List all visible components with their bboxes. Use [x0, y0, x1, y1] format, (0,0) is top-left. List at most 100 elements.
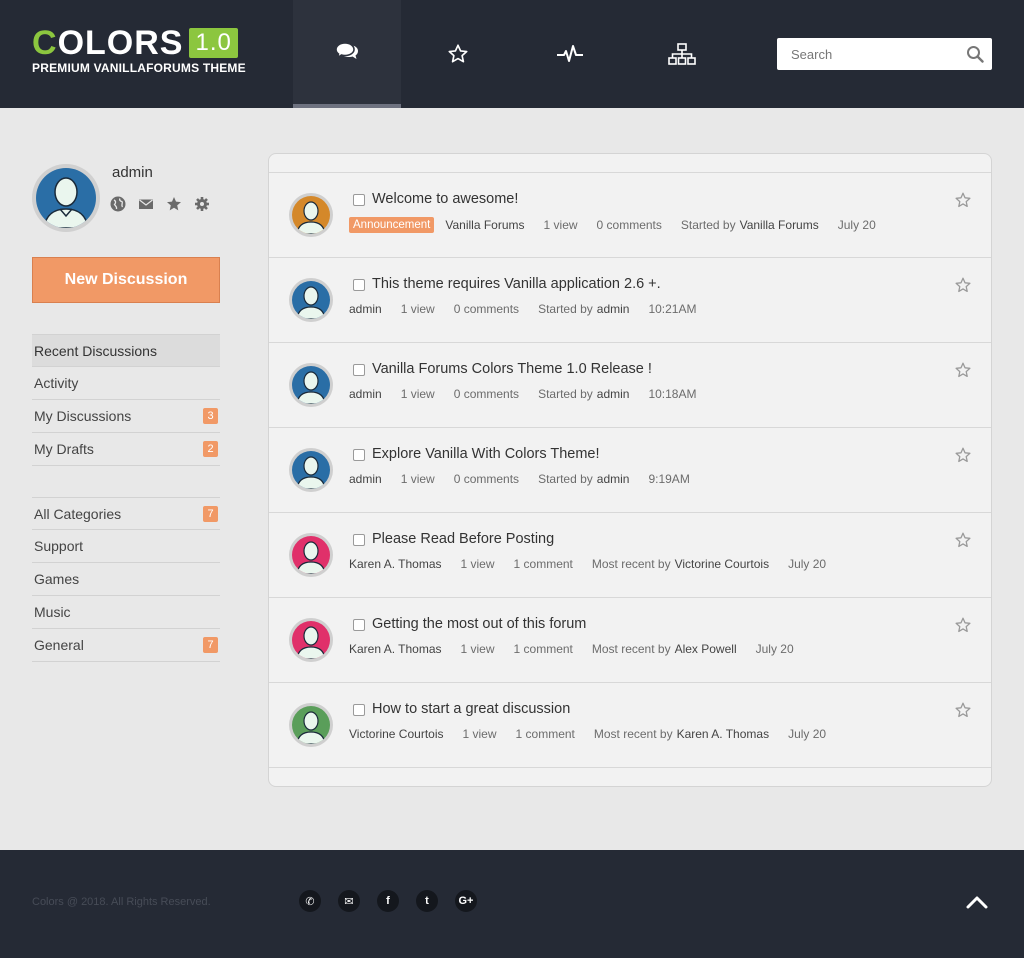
menu-item-my-discussions[interactable]: My Discussions 3 [32, 400, 220, 433]
search-input[interactable] [777, 38, 947, 70]
discussion-title[interactable]: Explore Vanilla With Colors Theme! [372, 446, 600, 462]
google-plus-icon[interactable]: G+ [455, 890, 477, 912]
author-link[interactable]: Vanilla Forums [445, 218, 524, 232]
globe-icon[interactable] [110, 196, 126, 212]
discussion-row[interactable]: How to start a great discussion Victorin… [269, 683, 991, 768]
select-checkbox[interactable] [353, 449, 365, 461]
count-badge: 7 [203, 505, 218, 522]
announcement-badge[interactable]: Announcement [349, 217, 435, 233]
discussion-row[interactable]: Getting the most out of this forum Karen… [269, 598, 991, 683]
discussion-title[interactable]: Vanilla Forums Colors Theme 1.0 Release … [372, 361, 652, 377]
last-user-link[interactable]: Vanilla Forums [740, 218, 819, 232]
menu-item-all-categories[interactable]: All Categories 7 [32, 497, 220, 530]
discussion-date: July 20 [837, 218, 876, 232]
scroll-to-top-icon[interactable] [965, 894, 989, 910]
author-link[interactable]: admin [349, 387, 382, 401]
menu-item-support[interactable]: Support [32, 530, 220, 563]
discussion-title[interactable]: Please Read Before Posting [372, 531, 554, 547]
menu-item-label: Recent Discussions [34, 342, 157, 359]
discussion-row[interactable]: Explore Vanilla With Colors Theme! admin… [269, 428, 991, 513]
menu-item-label: Music [34, 604, 71, 620]
discussion-title[interactable]: Getting the most out of this forum [372, 616, 586, 632]
bookmark-star-icon[interactable] [955, 362, 971, 378]
view-count: 1 view [462, 727, 497, 741]
select-checkbox[interactable] [353, 364, 365, 376]
author-link[interactable]: admin [349, 302, 382, 316]
bookmark-star-icon[interactable] [955, 617, 971, 633]
search-icon[interactable] [966, 45, 984, 63]
author-avatar[interactable] [289, 363, 333, 407]
bookmarks-tab[interactable] [404, 0, 512, 108]
last-activity-prefix: Most recent by [591, 642, 671, 656]
select-checkbox[interactable] [353, 194, 365, 206]
menu-item-activity[interactable]: Activity [32, 367, 220, 400]
twitter-icon[interactable]: t [416, 890, 438, 912]
count-badge: 7 [203, 637, 218, 653]
avatar-user-icon [292, 281, 330, 319]
discussion-title[interactable]: This theme requires Vanilla application … [372, 276, 661, 292]
discussion-meta: Karen A. Thomas 1 view 1 comment Most re… [349, 557, 845, 571]
last-user-link[interactable]: admin [597, 302, 630, 316]
discussion-title[interactable]: Welcome to awesome! [372, 191, 518, 207]
menu-item-recent-discussions[interactable]: Recent Discussions [32, 334, 220, 367]
new-discussion-button[interactable]: New Discussion [32, 257, 220, 303]
select-checkbox[interactable] [353, 619, 365, 631]
menu-item-games[interactable]: Games [32, 563, 220, 596]
mail-icon[interactable] [138, 196, 154, 212]
last-activity: Started by admin [538, 387, 629, 401]
bookmark-star-icon[interactable] [955, 447, 971, 463]
author-link[interactable]: Karen A. Thomas [349, 557, 442, 571]
discussion-date: 10:21AM [648, 302, 697, 316]
copyright-text: Colors @ 2018. All Rights Reserved. [32, 896, 211, 908]
author-avatar[interactable] [289, 278, 333, 322]
discussion-row[interactable]: Vanilla Forums Colors Theme 1.0 Release … [269, 343, 991, 428]
menu-item-general[interactable]: General 7 [32, 629, 220, 662]
last-activity-prefix: Started by [538, 472, 593, 486]
category-list: All Categories 7 Support Games Music Gen… [32, 497, 220, 662]
username[interactable]: admin [112, 164, 153, 181]
author-link[interactable]: Victorine Courtois [349, 727, 444, 741]
facebook-icon[interactable]: f [377, 890, 399, 912]
discussions-tab[interactable] [293, 0, 401, 108]
last-activity-prefix: Started by [538, 387, 593, 401]
menu-item-music[interactable]: Music [32, 596, 220, 629]
author-avatar[interactable] [289, 703, 333, 747]
select-checkbox[interactable] [353, 534, 365, 546]
discussion-row[interactable]: This theme requires Vanilla application … [269, 258, 991, 343]
bookmark-star-icon[interactable] [955, 277, 971, 293]
select-checkbox[interactable] [353, 279, 365, 291]
sitemap-icon [668, 43, 696, 65]
activity-tab[interactable] [516, 0, 624, 108]
gear-icon[interactable] [194, 196, 210, 212]
bookmark-star-icon[interactable] [955, 192, 971, 208]
discussion-meta: Victorine Courtois 1 view 1 comment Most… [349, 727, 845, 741]
discussion-title[interactable]: How to start a great discussion [372, 701, 570, 717]
discussion-row[interactable]: Please Read Before Posting Karen A. Thom… [269, 513, 991, 598]
author-avatar[interactable] [289, 448, 333, 492]
mail-icon[interactable]: ✉ [338, 890, 360, 912]
last-user-link[interactable]: admin [597, 387, 630, 401]
author-link[interactable]: Karen A. Thomas [349, 642, 442, 656]
author-avatar[interactable] [289, 618, 333, 662]
phone-icon[interactable]: ✆ [299, 890, 321, 912]
menu-item-my-drafts[interactable]: My Drafts 2 [32, 433, 220, 466]
star-icon [448, 44, 468, 63]
star-icon[interactable] [166, 196, 182, 212]
user-avatar[interactable] [32, 164, 100, 232]
search-box [777, 38, 992, 70]
author-link[interactable]: admin [349, 472, 382, 486]
logo[interactable]: C OLORS 1.0 PREMIUM VANILLAFORUMS THEME [32, 26, 246, 75]
author-avatar[interactable] [289, 193, 333, 237]
comment-count: 1 comment [513, 642, 573, 656]
last-user-link[interactable]: Karen A. Thomas [677, 727, 770, 741]
discussion-row[interactable]: Welcome to awesome! Announcement Vanilla… [269, 173, 991, 258]
author-avatar[interactable] [289, 533, 333, 577]
select-checkbox[interactable] [353, 704, 365, 716]
last-user-link[interactable]: Victorine Courtois [675, 557, 770, 571]
categories-tab[interactable] [628, 0, 736, 108]
last-activity-prefix: Most recent by [591, 557, 671, 571]
last-user-link[interactable]: admin [597, 472, 630, 486]
bookmark-star-icon[interactable] [955, 532, 971, 548]
bookmark-star-icon[interactable] [955, 702, 971, 718]
last-user-link[interactable]: Alex Powell [675, 642, 737, 656]
